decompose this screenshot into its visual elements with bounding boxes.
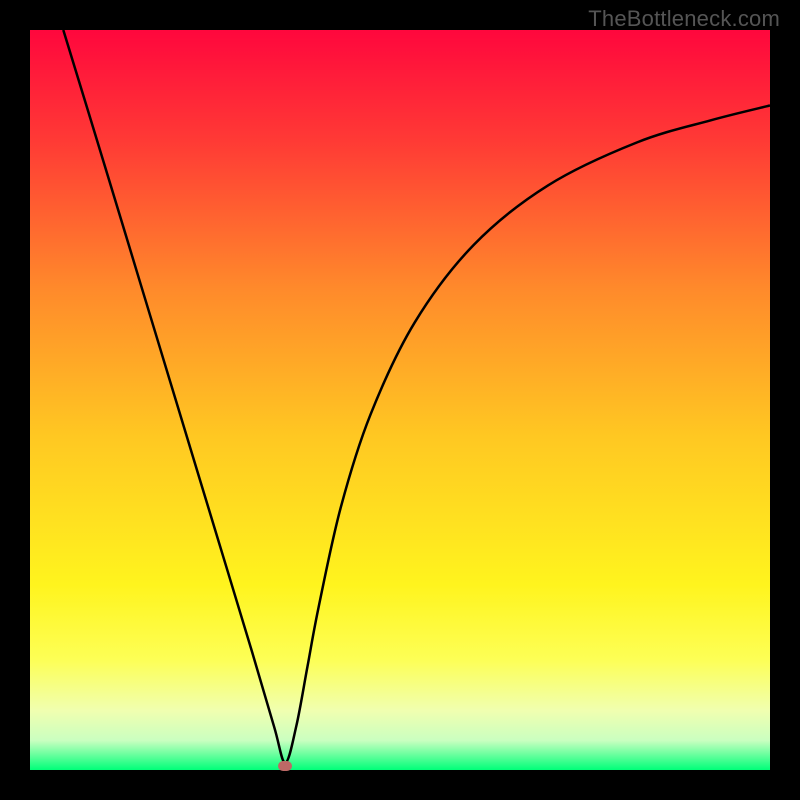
chart-container <box>30 30 770 770</box>
bottleneck-chart <box>30 30 770 770</box>
watermark-text: TheBottleneck.com <box>588 6 780 32</box>
chart-background <box>30 30 770 770</box>
optimal-point-marker <box>278 761 292 771</box>
